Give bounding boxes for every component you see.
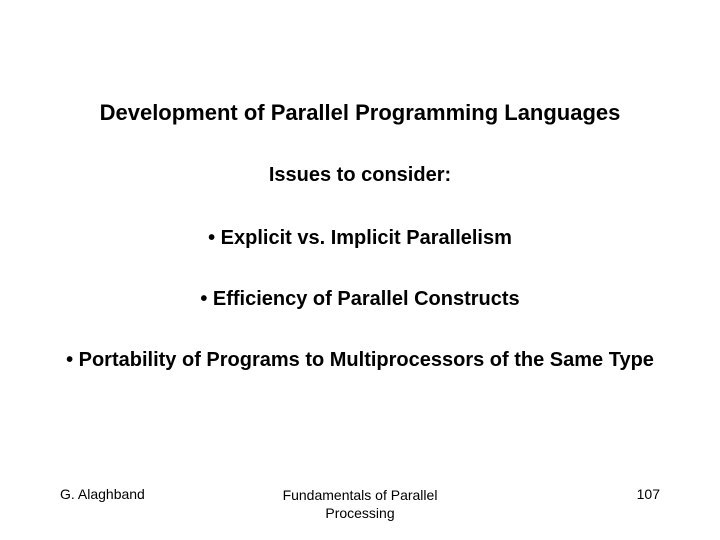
footer-page-number: 107	[540, 486, 660, 502]
slide: Development of Parallel Programming Lang…	[0, 0, 720, 540]
bullet-item: • Explicit vs. Implicit Parallelism	[60, 225, 660, 252]
slide-subtitle: Issues to consider:	[60, 164, 660, 187]
bullet-item: • Portability of Programs to Multiproces…	[60, 347, 660, 374]
footer-title: Fundamentals of Parallel Processing	[283, 486, 438, 522]
bullet-item: • Efficiency of Parallel Constructs	[60, 286, 660, 313]
slide-footer: G. Alaghband Fundamentals of Parallel Pr…	[0, 486, 720, 522]
footer-author: G. Alaghband	[60, 486, 180, 502]
footer-title-line1: Fundamentals of Parallel	[283, 487, 438, 503]
footer-title-line2: Processing	[325, 505, 394, 521]
slide-title: Development of Parallel Programming Lang…	[60, 100, 660, 126]
